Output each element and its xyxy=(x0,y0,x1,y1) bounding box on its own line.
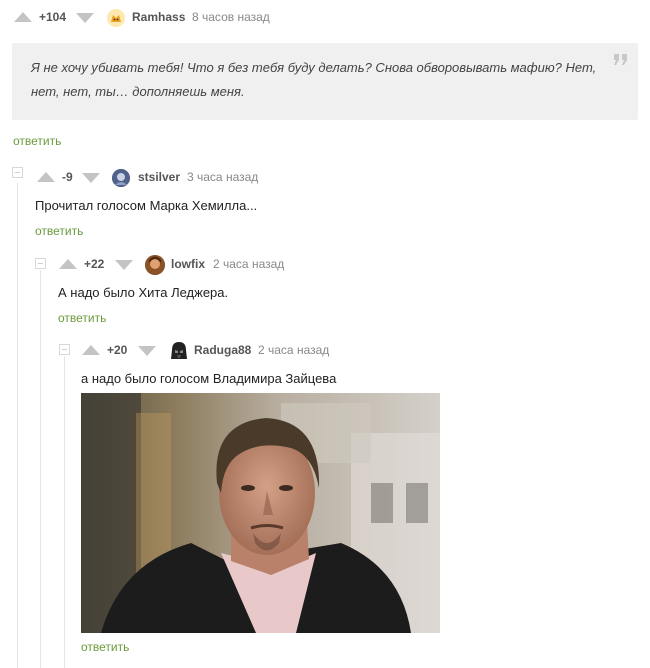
avatar-image-icon xyxy=(145,255,165,275)
root-username[interactable]: Ramhass xyxy=(132,10,185,24)
root-vote-down-icon[interactable] xyxy=(76,13,94,23)
comment-2-score: +22 xyxy=(84,257,105,271)
comment-1-reply-link[interactable]: ответить xyxy=(35,224,83,238)
quote-text: Я не хочу убивать тебя! Что я без тебя б… xyxy=(31,60,597,99)
comment-2-reply-link[interactable]: ответить xyxy=(58,311,106,325)
comment-2-avatar[interactable] xyxy=(145,255,165,275)
root-reply-link[interactable]: ответить xyxy=(13,134,61,148)
quote-block: Я не хочу убивать тебя! Что я без тебя б… xyxy=(12,43,638,120)
thread-line-level-2 xyxy=(40,270,41,668)
comment-1-avatar[interactable] xyxy=(112,169,130,187)
thread-line-level-1 xyxy=(17,183,18,668)
comment-1-vote-down-icon[interactable] xyxy=(82,173,100,183)
comment-3-reply-link[interactable]: ответить xyxy=(81,640,129,654)
comment-3-vote-up-icon[interactable] xyxy=(82,345,100,355)
avatar-image-icon xyxy=(112,169,130,187)
thread-line-level-3 xyxy=(64,356,65,668)
root-score: +104 xyxy=(39,10,67,24)
collapse-toggle-icon[interactable] xyxy=(12,167,23,178)
comment-1-timestamp[interactable]: 3 часа назад xyxy=(187,170,258,184)
comment-1-vote-up-icon[interactable] xyxy=(37,172,55,182)
comment-2-vote-up-icon[interactable] xyxy=(59,259,77,269)
comment-2-vote-down-icon[interactable] xyxy=(115,260,133,270)
comment-3-photo[interactable] xyxy=(81,393,440,633)
root-vote-up-icon[interactable] xyxy=(14,12,32,22)
root-timestamp[interactable]: 8 часов назад xyxy=(192,10,270,24)
comment-1-text: Прочитал голосом Марка Хемилла... xyxy=(35,198,258,213)
comment-1-score: -9 xyxy=(62,170,73,184)
root-avatar[interactable] xyxy=(107,9,125,27)
comment-2-username[interactable]: lowfix xyxy=(171,257,205,271)
comment-2-timestamp[interactable]: 2 часа назад xyxy=(213,257,284,271)
comment-3-text: а надо было голосом Владимира Зайцева xyxy=(81,371,337,386)
avatar-darth-vader-icon xyxy=(171,342,187,359)
portrait-photo-image xyxy=(81,393,440,633)
comment-3-timestamp[interactable]: 2 часа назад xyxy=(258,343,329,357)
comment-3-vote-down-icon[interactable] xyxy=(138,346,156,356)
comment-3-avatar[interactable] xyxy=(169,341,189,361)
comment-2-text: А надо было Хита Леджера. xyxy=(58,285,229,300)
comment-3-username[interactable]: Raduga88 xyxy=(194,343,251,357)
quote-mark-icon xyxy=(614,54,627,65)
collapse-toggle-icon[interactable] xyxy=(35,258,46,269)
collapse-toggle-icon[interactable] xyxy=(59,344,70,355)
comment-1-username[interactable]: stsilver xyxy=(138,170,180,184)
avatar-fox-icon xyxy=(107,9,125,27)
comment-3-score: +20 xyxy=(107,343,128,357)
